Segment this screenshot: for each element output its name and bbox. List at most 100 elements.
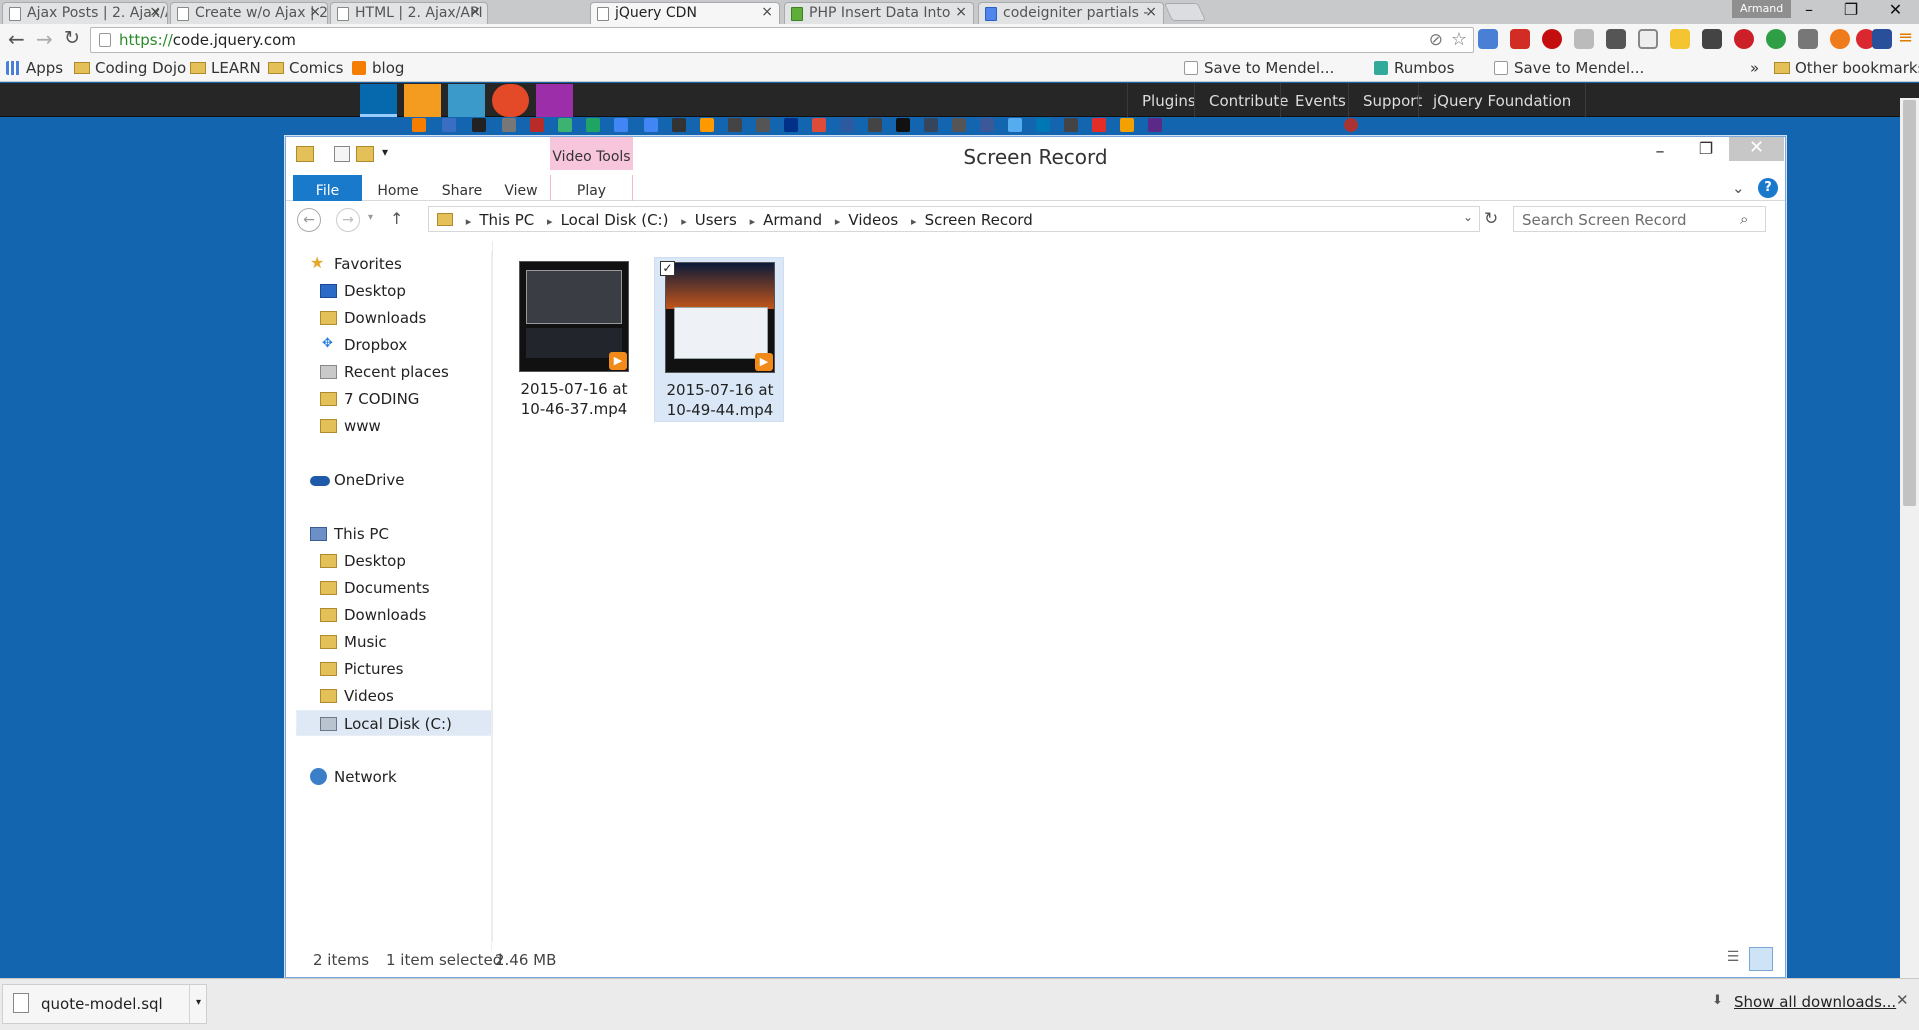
jquery-logo-icon[interactable] [360,84,397,117]
tumblr-icon[interactable] [924,118,938,132]
tab-php-insert-data[interactable]: PHP Insert Data Into × [784,2,974,24]
mail-icon[interactable] [442,118,456,132]
sizzle-icon[interactable] [492,84,529,117]
download-item[interactable]: quote-model.sql ▾ [2,984,207,1024]
pinterest-icon[interactable] [1734,29,1754,49]
extension-gray-icon[interactable] [1606,29,1626,49]
item-checkbox[interactable]: ✓ [660,261,675,276]
new-tab-button[interactable] [1163,3,1207,21]
extension-orange-icon[interactable] [1830,29,1850,49]
search-icon[interactable]: ⌕ [1740,210,1748,228]
nav-downloads[interactable]: Downloads [296,305,492,331]
bookmark-site-icon[interactable] [1064,118,1078,132]
tab-file[interactable]: File [293,175,362,201]
nav-pc-videos[interactable]: Videos [296,683,492,709]
close-tab-icon[interactable]: × [469,4,481,20]
bookmark-coding-dojo[interactable]: Coding Dojo [74,59,186,77]
bookmark-site-icon[interactable] [1344,118,1358,132]
close-tab-icon[interactable]: × [149,4,161,20]
extension-n-icon[interactable] [1872,29,1892,49]
recent-locations-icon[interactable]: ▾ [368,212,373,223]
breadcrumb-item[interactable]: Local Disk (C:) [561,211,669,229]
breadcrumb[interactable]: ▸ This PC ▸ Local Disk (C:) ▸ Users ▸ Armand… [428,206,1480,232]
bookmark-comics[interactable]: Comics [268,59,344,77]
file-item[interactable]: ▶ 2015-07-16 at 10-46-37.mp4 [509,257,639,422]
tab-jquery-cdn[interactable]: jQuery CDN × [590,2,780,24]
extension-green-icon[interactable] [1766,29,1786,49]
nav-recent-places[interactable]: Recent places [296,359,492,385]
extension-box-icon[interactable] [1638,29,1658,49]
blogger-icon[interactable] [412,118,426,132]
minimize-icon[interactable]: – [1637,141,1683,167]
translate-icon[interactable] [1478,29,1498,49]
close-tab-icon[interactable]: × [309,4,321,20]
blocked-icon[interactable]: ⊘ [1429,30,1443,50]
google-icon[interactable] [644,118,658,132]
twitter-icon[interactable] [1008,118,1022,132]
nav-7-coding[interactable]: 7 CODING [296,386,492,412]
nav-network[interactable]: Network [296,764,492,790]
docs-icon[interactable] [614,118,628,132]
nav-pc-pictures[interactable]: Pictures [296,656,492,682]
nav-pc-music[interactable]: Music [296,629,492,655]
extension-yellow-icon[interactable] [1670,29,1690,49]
scrollbar-thumb[interactable] [1903,100,1916,506]
nav-pc-desktop[interactable]: Desktop [296,548,492,574]
paypal-icon[interactable] [784,118,798,132]
restore-icon[interactable]: ❐ [1830,0,1872,22]
bookmark-site-icon[interactable] [728,118,742,132]
bookmark-save-to-mendeley-2[interactable]: Save to Mendel... [1494,59,1644,77]
jquery-ui-icon[interactable] [404,84,441,117]
jquery-mobile-icon[interactable] [448,84,485,117]
refresh-icon[interactable]: ↻ [1484,209,1498,229]
google-plus-icon[interactable] [812,118,826,132]
bookmark-other-bookmarks[interactable]: Other bookmarks [1774,59,1919,77]
show-all-downloads-link[interactable]: Show all downloads... [1734,993,1896,1011]
tab-view[interactable]: View [496,175,546,201]
bookmark-site-icon[interactable] [672,118,686,132]
drive-icon[interactable] [586,118,600,132]
youtube-icon[interactable] [1092,118,1106,132]
extension-red-icon[interactable] [1510,29,1530,49]
close-tab-icon[interactable]: × [955,4,967,20]
bookmark-site-icon[interactable] [952,118,966,132]
bookmark-site-icon[interactable] [896,118,910,132]
tab-html-ajax-api[interactable]: HTML | 2. Ajax/API w × [330,2,488,24]
forward-icon[interactable]: → [336,208,360,232]
close-shelf-icon[interactable]: ✕ [1896,991,1909,1009]
nav-jquery-foundation[interactable]: jQuery Foundation [1418,83,1587,117]
nytimes-icon[interactable] [472,118,486,132]
back-icon[interactable]: ← [8,27,25,51]
breadcrumb-item[interactable]: Users [695,211,737,229]
nav-www[interactable]: www [296,413,492,439]
slack-icon[interactable] [558,118,572,132]
bookmark-save-to-mendeley-1[interactable]: Save to Mendel... [1184,59,1334,77]
nav-pc-documents[interactable]: Documents [296,575,492,601]
extension-camera-icon[interactable] [1798,29,1818,49]
pocket-icon[interactable] [1702,29,1722,49]
bookmark-site-icon[interactable] [840,118,854,132]
amazon-icon[interactable] [700,118,714,132]
close-window-icon[interactable]: ✕ [1872,0,1919,22]
tab-share[interactable]: Share [434,175,490,201]
adblock-icon[interactable] [1542,29,1562,49]
large-icons-view-icon[interactable] [1749,947,1773,971]
nav-pc-local-disk[interactable]: Local Disk (C:) [296,710,492,736]
bookmark-w-icon[interactable] [1120,118,1134,132]
file-item-selected[interactable]: ▶ ✓ 2015-07-16 at 10-49-44.mp4 [654,257,784,422]
bookmark-site-icon[interactable] [502,118,516,132]
breadcrumb-item[interactable]: This PC [479,211,534,229]
bookmark-site-icon[interactable] [1148,118,1162,132]
nav-desktop[interactable]: Desktop [296,278,492,304]
breadcrumb-item[interactable]: Armand [763,211,822,229]
address-bar[interactable]: https://code.jquery.com ⊘ ☆ [90,27,1474,53]
maximize-icon[interactable]: ❐ [1683,139,1729,165]
nav-onedrive[interactable]: OneDrive [296,467,492,493]
quora-icon[interactable] [530,118,544,132]
breadcrumb-item[interactable]: Screen Record [925,211,1033,229]
linkedin-icon[interactable] [1036,118,1050,132]
close-tab-icon[interactable]: × [1145,4,1157,20]
address-dropdown-icon[interactable]: ⌄ [1463,210,1473,224]
bookmark-apps[interactable]: Apps [6,59,63,77]
tab-codeigniter-partials[interactable]: codeigniter partials - × [978,2,1164,24]
